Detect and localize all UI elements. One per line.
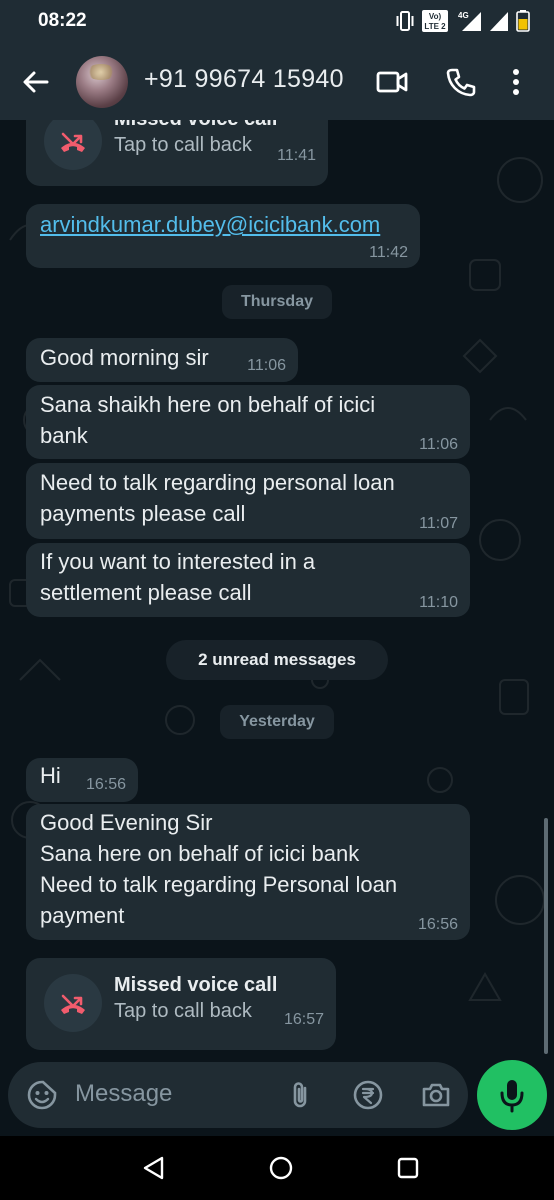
video-call-icon[interactable] bbox=[376, 66, 408, 98]
date-divider: Yesterday bbox=[220, 705, 334, 739]
recents-square-icon[interactable] bbox=[394, 1154, 422, 1182]
vibrate-icon bbox=[396, 11, 414, 31]
missed-call-icon-circle bbox=[44, 120, 102, 170]
volte-icon: Vo) LTE 2 bbox=[422, 10, 448, 32]
svg-text:4G: 4G bbox=[458, 11, 469, 20]
message-input[interactable]: Message bbox=[75, 1080, 172, 1108]
svg-text:Vo): Vo) bbox=[429, 12, 442, 21]
missed-call-icon bbox=[61, 132, 85, 152]
voice-call-icon[interactable] bbox=[445, 66, 477, 98]
svg-text:LTE 2: LTE 2 bbox=[424, 22, 446, 31]
message-text: Good morning sir bbox=[40, 345, 209, 370]
message-time: 11:07 bbox=[419, 515, 458, 532]
message-bubble: Need to talk regarding personal loan paym… bbox=[26, 463, 470, 539]
missed-call-icon bbox=[61, 994, 85, 1014]
email-link[interactable]: arvindkumar.dubey@icicibank.com bbox=[40, 209, 380, 240]
message-text: Good Evening Sir Sana here on behalf of … bbox=[40, 810, 398, 928]
signal-4g-icon: 4G bbox=[458, 11, 481, 31]
status-bar: 08:22 Vo) LTE 2 4G bbox=[0, 0, 554, 44]
mic-icon bbox=[500, 1080, 524, 1113]
call-title: Missed voice call bbox=[114, 120, 277, 131]
message-time: 16:56 bbox=[85, 776, 126, 793]
home-circle-icon[interactable] bbox=[267, 1154, 295, 1182]
emoji-icon[interactable] bbox=[26, 1079, 58, 1111]
chat-header: +91 99674 15940 bbox=[0, 44, 554, 120]
message-time: 11:06 bbox=[419, 436, 458, 453]
chat-area[interactable]: Missed voice call Tap to call back 11:41… bbox=[0, 120, 554, 1060]
system-nav-bar bbox=[0, 1136, 554, 1200]
status-icons: Vo) LTE 2 4G bbox=[396, 9, 530, 33]
message-bubble: Sana shaikh here on behalf of icici bank … bbox=[26, 385, 470, 459]
message-bubble: If you want to interested in a settlement… bbox=[26, 543, 470, 617]
message-time: 11:10 bbox=[419, 594, 458, 611]
message-text: Need to talk regarding personal loan paym… bbox=[40, 470, 395, 526]
message-composer: Message bbox=[8, 1062, 468, 1128]
call-subtitle[interactable]: Tap to call back bbox=[114, 1000, 252, 1023]
scrollbar[interactable] bbox=[544, 818, 548, 1054]
message-time: 11:06 bbox=[247, 357, 286, 374]
signal-icon bbox=[490, 12, 508, 31]
message-bubble: Hi 16:56 bbox=[26, 758, 138, 802]
message-text: Hi bbox=[40, 763, 61, 788]
rupee-payment-icon[interactable] bbox=[352, 1079, 384, 1111]
message-bubble: Good Evening Sir Sana here on behalf of … bbox=[26, 804, 470, 940]
avatar[interactable] bbox=[76, 56, 128, 108]
message-time: 16:56 bbox=[417, 916, 458, 933]
attach-icon[interactable] bbox=[284, 1079, 316, 1111]
mic-button[interactable] bbox=[477, 1060, 547, 1130]
message-time: 16:57 bbox=[283, 1011, 324, 1028]
message-text: If you want to interested in a settlement… bbox=[40, 549, 316, 605]
more-icon[interactable] bbox=[506, 66, 526, 98]
missed-call-bubble[interactable]: Missed voice call Tap to call back 16:57 bbox=[26, 958, 336, 1050]
back-triangle-icon[interactable] bbox=[140, 1154, 168, 1182]
missed-call-icon-circle bbox=[44, 974, 102, 1032]
battery-icon bbox=[516, 10, 530, 32]
contact-name[interactable]: +91 99674 15940 bbox=[144, 65, 344, 94]
unread-messages-divider: 2 unread messages bbox=[166, 640, 388, 680]
message-bubble: Good morning sir 11:06 bbox=[26, 338, 298, 382]
call-title: Missed voice call bbox=[114, 974, 278, 996]
missed-call-bubble[interactable]: Missed voice call Tap to call back 11:41 bbox=[26, 120, 328, 186]
status-time: 08:22 bbox=[38, 10, 87, 31]
camera-icon[interactable] bbox=[420, 1079, 452, 1111]
date-divider: Thursday bbox=[222, 285, 332, 319]
message-text: Sana shaikh here on behalf of icici bank bbox=[40, 392, 376, 448]
message-bubble: arvindkumar.dubey@icicibank.com 11:42 bbox=[26, 204, 420, 268]
back-arrow-icon[interactable] bbox=[20, 66, 52, 98]
message-time: 11:42 bbox=[369, 244, 408, 261]
call-subtitle[interactable]: Tap to call back bbox=[114, 134, 252, 157]
message-time: 11:41 bbox=[277, 147, 316, 164]
